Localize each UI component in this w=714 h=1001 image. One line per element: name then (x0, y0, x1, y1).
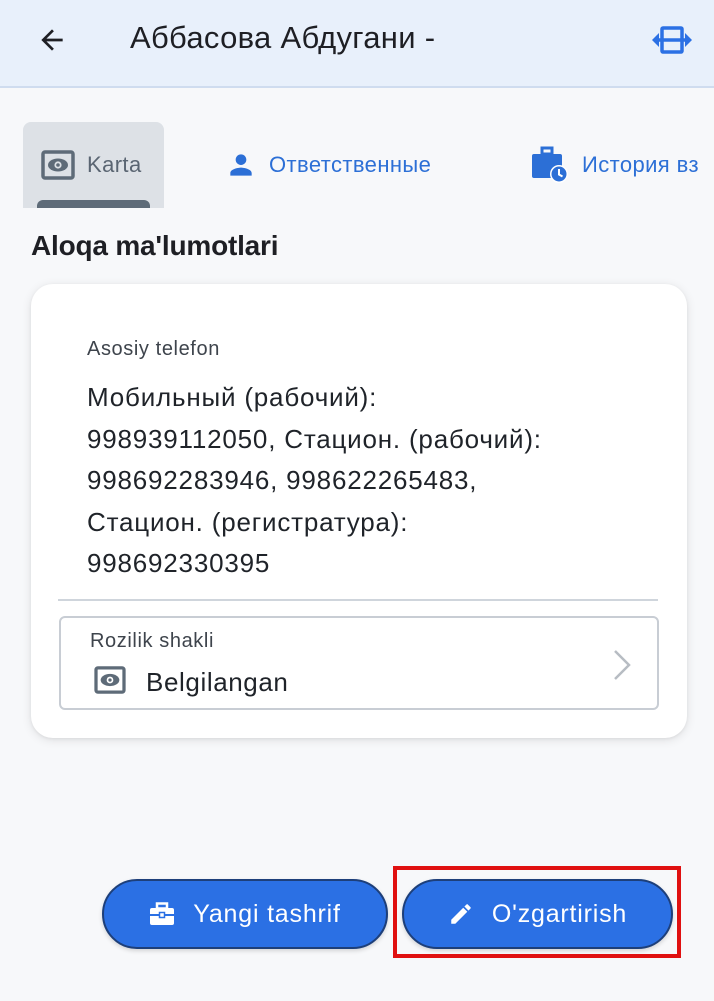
contact-card: Asosiy telefon Мобильный (рабочий): 9989… (31, 284, 687, 738)
consent-form-value: Belgilangan (146, 667, 289, 697)
divider (58, 599, 658, 601)
consent-form-field[interactable]: Rozilik shakli Belgilangan (59, 616, 659, 710)
new-visit-label: Yangi tashrif (193, 899, 341, 928)
tab-bar: Karta Ответственные История вз (0, 122, 714, 208)
main-phone-value: Мобильный (рабочий): 998939112050, Стаци… (87, 382, 542, 578)
pencil-icon (448, 901, 474, 927)
back-button[interactable] (30, 18, 74, 62)
app-header: Аббасова Абдугани - (0, 0, 714, 88)
expand-horizontal-icon (652, 26, 692, 54)
arrow-left-icon (41, 29, 63, 51)
briefcase-clock-icon (532, 146, 568, 183)
chevron-right-icon (614, 650, 631, 680)
section-title: Aloqa ma'lumotlari (31, 230, 279, 261)
tab-responsible[interactable]: Ответственные (225, 122, 431, 208)
tab-karta[interactable]: Karta (23, 122, 164, 208)
main-phone-label: Asosiy telefon (87, 338, 220, 360)
edit-button[interactable]: O'zgartirish (402, 879, 673, 949)
new-visit-button[interactable]: Yangi tashrif (102, 879, 388, 949)
tab-responsible-label: Ответственные (269, 152, 432, 177)
eye-card-icon (94, 666, 126, 694)
page-title: Аббасова Абдугани - (130, 20, 436, 55)
person-icon (230, 154, 252, 176)
tab-history[interactable]: История вз (530, 122, 699, 208)
consent-form-label: Rozilik shakli (90, 630, 214, 652)
app-screen: Аббасова Абдугани - Karta Ответственные … (0, 0, 714, 1001)
active-tab-indicator (37, 200, 150, 208)
eye-card-icon (41, 150, 75, 180)
briefcase-icon (149, 902, 175, 926)
expand-button[interactable] (648, 16, 696, 64)
edit-label: O'zgartirish (491, 899, 628, 928)
tab-history-label: История вз (582, 152, 699, 177)
tab-karta-label: Karta (87, 152, 142, 177)
